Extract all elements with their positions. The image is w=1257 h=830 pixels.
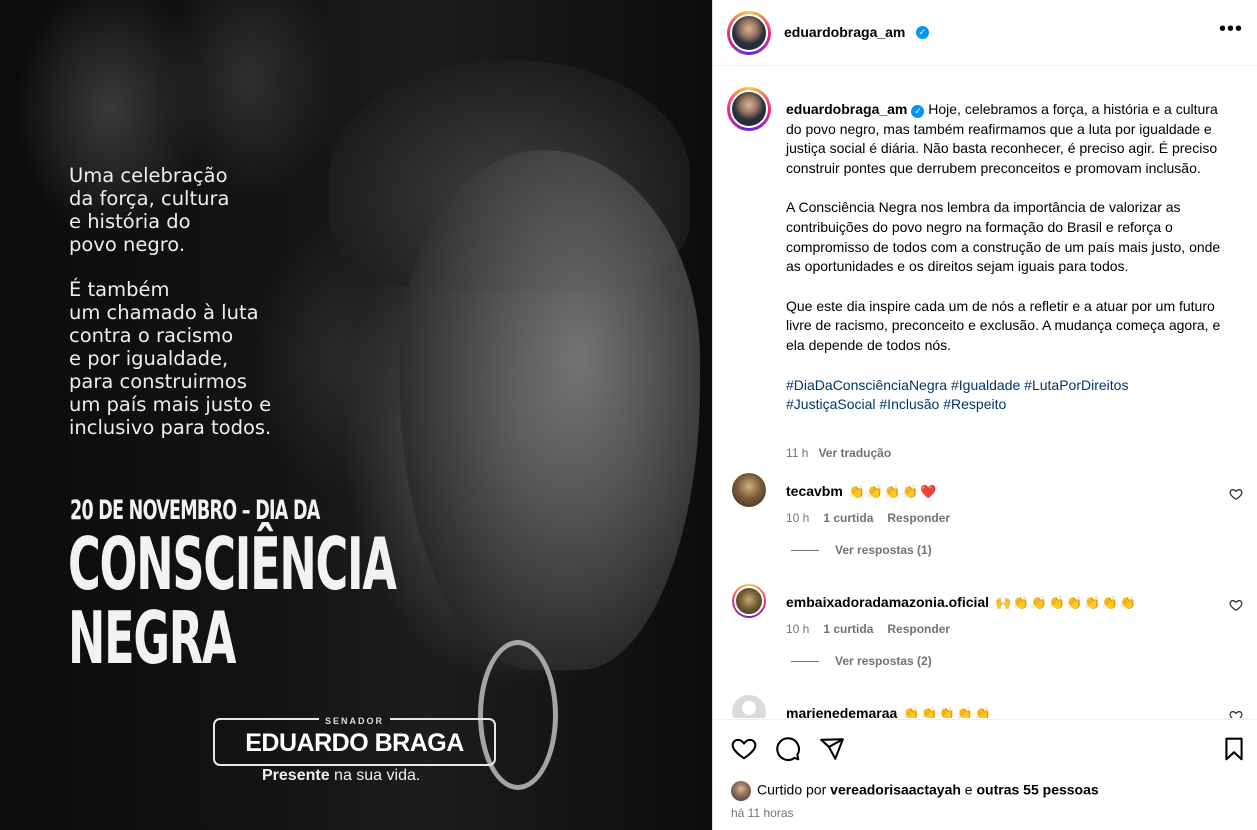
caption-hashtags: #DiaDaConsciênciaNegra #Igualdade #LutaP… [786,376,1236,415]
image-text-celebration: Uma celebração da força, cultura e histó… [69,164,230,256]
post-image[interactable]: Uma celebração da força, cultura e histó… [0,0,712,830]
liker-username[interactable]: vereadorisaactayah [830,782,961,798]
liker-avatar[interactable] [731,781,751,801]
reply-button[interactable]: Responder [887,622,950,636]
verified-badge-icon: ✓ [911,105,925,118]
view-replies-link[interactable]: Ver respostas (2) [791,654,932,668]
comment: embaixadoradamazonia.oficial 🙌 👏 👏 👏 👏 👏 … [713,584,1257,684]
author-username[interactable]: eduardobraga_am [784,24,905,40]
view-replies-link[interactable]: Ver respostas (1) [791,543,932,557]
hashtag-link[interactable]: #Respeito [943,396,1006,412]
comment-text: 👏 👏 👏 👏 👏 [903,706,990,718]
senador-label: SENADOR [318,716,390,726]
image-title-negra: NEGRA [68,596,236,680]
likes-summary: Curtido por vereadorisaactayah e outras … [731,781,1099,801]
save-bookmark-icon[interactable] [1221,736,1247,762]
comment-text: 👏 👏 👏 👏 ❤️ [848,484,936,499]
hashtag-link[interactable]: #Igualdade [951,377,1020,393]
comment-bubble-icon[interactable] [775,736,801,762]
commenter-username[interactable]: marienedemaraa [786,705,897,718]
image-title-consciencia: CONSCIÊNCIA [68,522,397,606]
senador-logo: SENADOR EDUARDO BRAGA [213,716,496,766]
comments-scroll-area[interactable]: eduardobraga_am ✓ Hoje, celebramos a forç… [713,67,1257,718]
liked-others-link[interactable]: outras 55 pessoas [977,782,1099,798]
hashtag-link[interactable]: #DiaDaConsciênciaNegra [786,377,947,393]
portrait-face [400,150,700,670]
comment-likes[interactable]: 1 curtida [823,622,873,636]
caption-username[interactable]: eduardobraga_am [786,101,907,117]
comment-like-icon[interactable] [1229,598,1243,612]
hashtag-link[interactable]: #JustiçaSocial [786,396,876,412]
commenter-avatar[interactable] [732,584,766,618]
post-header: eduardobraga_am ✓ ••• [713,0,1257,66]
image-text-call-to-action: É também um chamado à luta contra o raci… [69,278,272,439]
caption-avatar[interactable] [727,87,771,131]
comment-time: 10 h [786,511,810,525]
caption-time: 11 h [786,446,809,460]
hashtag-link[interactable]: #Inclusão [879,396,939,412]
caption-paragraph-2: A Consciência Negra nos lembra da import… [786,199,1221,275]
post-time: há 11 horas [731,806,794,820]
comment: tecavbm 👏 👏 👏 👏 ❤️ 10 h 1 curtida Responder… [713,473,1257,573]
post-side-panel: eduardobraga_am ✓ ••• eduardobraga_am ✓ H… [712,0,1257,830]
author-avatar[interactable] [727,11,771,55]
comment-text: 🙌 👏 👏 👏 👏 👏 👏 👏 [995,595,1136,610]
senador-name: EDUARDO BRAGA [245,729,464,757]
commenter-avatar[interactable] [732,473,766,507]
post-actions: Curtido por vereadorisaactayah e outras … [713,719,1257,830]
commenter-username[interactable]: tecavbm [786,483,843,499]
commenter-avatar[interactable] [732,695,766,718]
hashtag-link[interactable]: #LutaPorDireitos [1024,377,1128,393]
like-heart-icon[interactable] [731,736,757,762]
caption-paragraph-3: Que este dia inspire cada um de nós a re… [786,297,1221,353]
comment-time: 10 h [786,622,810,636]
verified-badge-icon: ✓ [916,26,929,39]
comment: marienedemaraa 👏 👏 👏 👏 👏 [713,695,1257,718]
share-send-icon[interactable] [819,736,845,762]
slogan: Presente na sua vida. [262,767,421,784]
comment-like-icon[interactable] [1229,709,1243,718]
instagram-post-view: Uma celebração da força, cultura e histó… [0,0,1257,830]
caption-meta: 11 h Ver tradução [786,446,891,460]
see-translation-link[interactable]: Ver tradução [818,446,891,460]
more-options-icon[interactable]: ••• [1219,19,1243,42]
comment-like-icon[interactable] [1229,487,1243,501]
reply-button[interactable]: Responder [887,511,950,525]
comment-likes[interactable]: 1 curtida [823,511,873,525]
commenter-username[interactable]: embaixadoradamazonia.oficial [786,594,989,610]
